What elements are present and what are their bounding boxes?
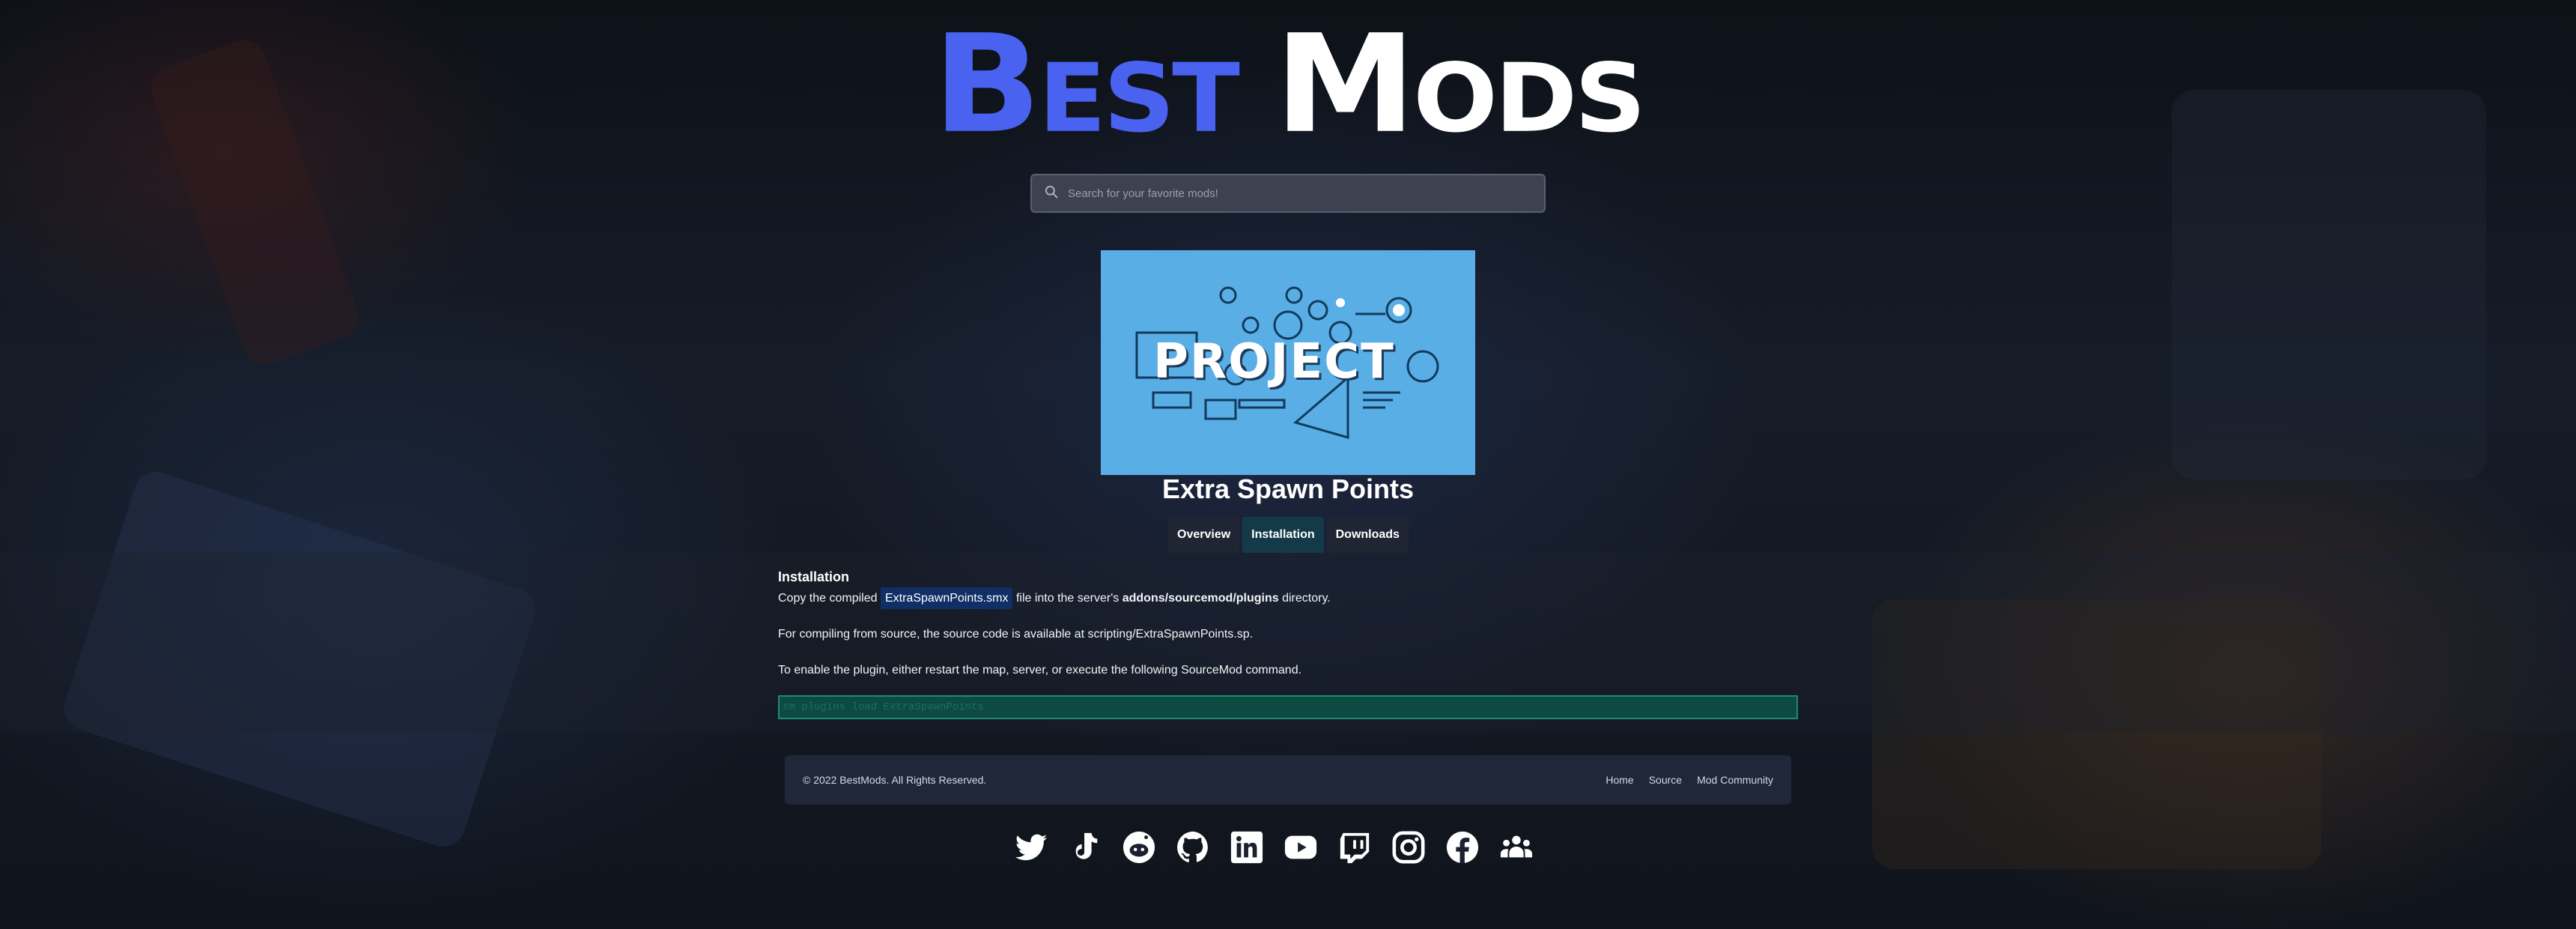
- twitter-icon[interactable]: [1012, 829, 1050, 866]
- github-icon[interactable]: [1174, 829, 1212, 866]
- search-bar[interactable]: [1030, 174, 1546, 213]
- installation-heading: Installation: [778, 569, 850, 584]
- tab-overview[interactable]: Overview: [1168, 517, 1240, 553]
- copyright-text: © 2022 BestMods. All Rights Reserved.: [803, 774, 987, 786]
- smx-filename: ExtraSpawnPoints.smx: [880, 587, 1013, 609]
- tiktok-icon[interactable]: [1066, 829, 1104, 866]
- facebook-icon[interactable]: [1444, 829, 1481, 866]
- linkedin-icon[interactable]: [1228, 829, 1266, 866]
- footer-link-source[interactable]: Source: [1649, 774, 1682, 786]
- site-footer: © 2022 BestMods. All Rights Reserved. Ho…: [785, 755, 1791, 805]
- command-code-block[interactable]: sm plugins load ExtraSpawnPoints: [778, 695, 1798, 719]
- community-icon[interactable]: [1498, 829, 1535, 866]
- search-icon: [1044, 184, 1059, 203]
- hero-word: PROJECT: [1153, 334, 1395, 390]
- logo-word-mods: Mods: [1274, 5, 1646, 163]
- mod-hero-image: PROJECT: [1101, 250, 1475, 475]
- site-logo[interactable]: Best Mods: [0, 16, 2576, 153]
- compile-source-line: For compiling from source, the source co…: [778, 628, 1254, 641]
- installation-section: Installation Copy the compiled ExtraSpaw…: [778, 569, 1798, 697]
- copy-middle: file into the server's: [1015, 592, 1120, 605]
- reddit-icon[interactable]: [1120, 829, 1158, 866]
- social-links: [1012, 829, 1535, 866]
- footer-link-mod-community[interactable]: Mod Community: [1697, 774, 1773, 786]
- mod-tabs: Overview Installation Downloads: [1168, 517, 1409, 553]
- installation-copy-line: Copy the compiled ExtraSpawnPoints.smx f…: [778, 587, 1798, 609]
- plugins-path: addons/sourcemod/plugins: [1122, 592, 1279, 605]
- youtube-icon[interactable]: [1282, 829, 1319, 866]
- footer-nav: Home Source Mod Community: [1606, 774, 1773, 786]
- logo-word-best: Best: [932, 5, 1240, 163]
- copy-suffix: directory.: [1282, 592, 1331, 605]
- copy-prefix: Copy the compiled: [778, 592, 878, 605]
- tab-installation[interactable]: Installation: [1242, 517, 1324, 553]
- mod-title: Extra Spawn Points: [1161, 473, 1415, 504]
- footer-link-home[interactable]: Home: [1606, 774, 1633, 786]
- enable-plugin-line: To enable the plugin, either restart the…: [778, 664, 1302, 677]
- search-input[interactable]: [1068, 187, 1517, 200]
- instagram-icon[interactable]: [1390, 829, 1427, 866]
- twitch-icon[interactable]: [1336, 829, 1373, 866]
- tab-downloads[interactable]: Downloads: [1326, 517, 1409, 553]
